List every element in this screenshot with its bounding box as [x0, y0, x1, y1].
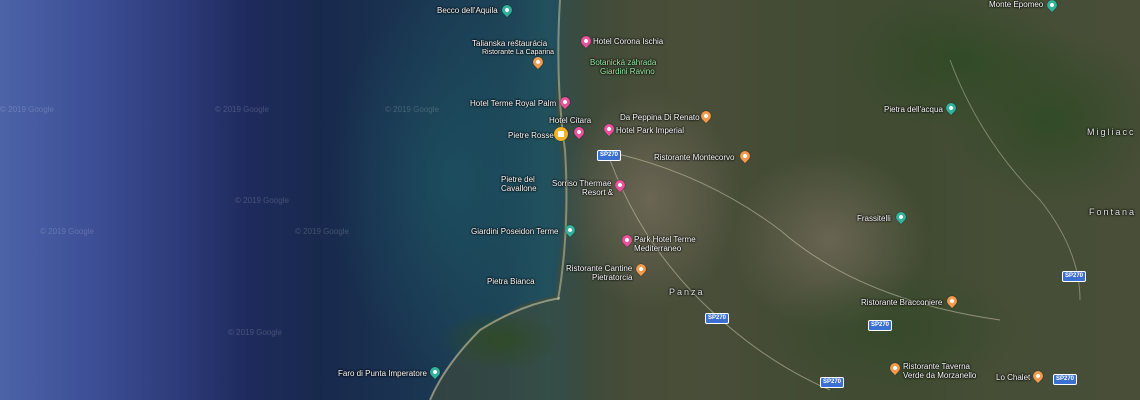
watermark: © 2019 Google [385, 105, 439, 114]
place-label[interactable]: Ristorante Bracconiere [861, 298, 942, 307]
watermark: © 2019 Google [0, 105, 54, 114]
place-label[interactable]: Faro di Punta Imperatore [338, 369, 427, 378]
road-shield: SP270 [820, 377, 845, 388]
watermark: © 2019 Google [228, 328, 282, 337]
road-shield: SP270 [1053, 374, 1078, 385]
place-label[interactable]: Hotel Corona Ischia [593, 37, 663, 46]
area-label: Fontana [1089, 207, 1137, 217]
place-label[interactable]: Pietratorcia [592, 273, 632, 282]
place-label[interactable]: Pietre del [501, 175, 535, 184]
place-label[interactable]: Hotel Park Imperial [616, 126, 684, 135]
place-label[interactable]: Cavallone [501, 184, 537, 193]
place-label[interactable]: Hotel Citara [549, 116, 591, 125]
place-label[interactable]: Pietra Bianca [487, 277, 535, 286]
place-label[interactable]: Frassitelli [857, 214, 891, 223]
road-shield: SP270 [597, 150, 622, 161]
place-label[interactable]: Botanická záhrada [590, 58, 656, 67]
place-label[interactable]: Giardini Poseidon Terme [471, 227, 558, 236]
watermark: © 2019 Google [215, 105, 269, 114]
place-label[interactable]: Mediterraneo [634, 244, 681, 253]
area-label: Migliacc [1087, 127, 1136, 137]
place-label[interactable]: Da Peppina Di Renato [620, 113, 700, 122]
place-label[interactable]: Pietre Rosse [508, 131, 554, 140]
watermark: © 2019 Google [235, 196, 289, 205]
place-label[interactable]: Ristorante Montecorvo [654, 153, 734, 162]
watermark: © 2019 Google [295, 227, 349, 236]
place-label[interactable]: Ristorante La Caparina [482, 48, 554, 57]
road-shield: SP270 [1062, 271, 1087, 282]
road-shield: SP270 [868, 320, 893, 331]
place-label[interactable]: Lo Chalet [996, 373, 1030, 382]
place-label[interactable]: Ristorante Taverna [903, 362, 970, 371]
place-label[interactable]: Ristorante Cantine [566, 264, 632, 273]
place-label[interactable]: Resort & [582, 188, 613, 197]
place-label[interactable]: Giardini Ravino [600, 67, 655, 76]
satellite-map[interactable]: © 2019 Google © 2019 Google © 2019 Googl… [0, 0, 1140, 400]
place-label[interactable]: Hotel Terme Royal Palm [470, 99, 556, 108]
road-shield: SP270 [705, 313, 730, 324]
place-label[interactable]: Talianska reštaurácia [472, 39, 547, 48]
place-label[interactable]: Sorriso Thermae [552, 179, 611, 188]
place-label[interactable]: Pietra dell'acqua [884, 105, 943, 114]
place-label[interactable]: Park Hotel Terme [634, 235, 696, 244]
area-label: Panza [669, 287, 705, 297]
home-icon[interactable] [554, 127, 568, 141]
watermark: © 2019 Google [40, 227, 94, 236]
land-texture [330, 0, 1140, 400]
place-label[interactable]: Monte Epomeo [989, 0, 1043, 9]
place-label[interactable]: Verde da Morzanello [903, 371, 976, 380]
place-label[interactable]: Becco dell'Aquila [437, 6, 498, 15]
